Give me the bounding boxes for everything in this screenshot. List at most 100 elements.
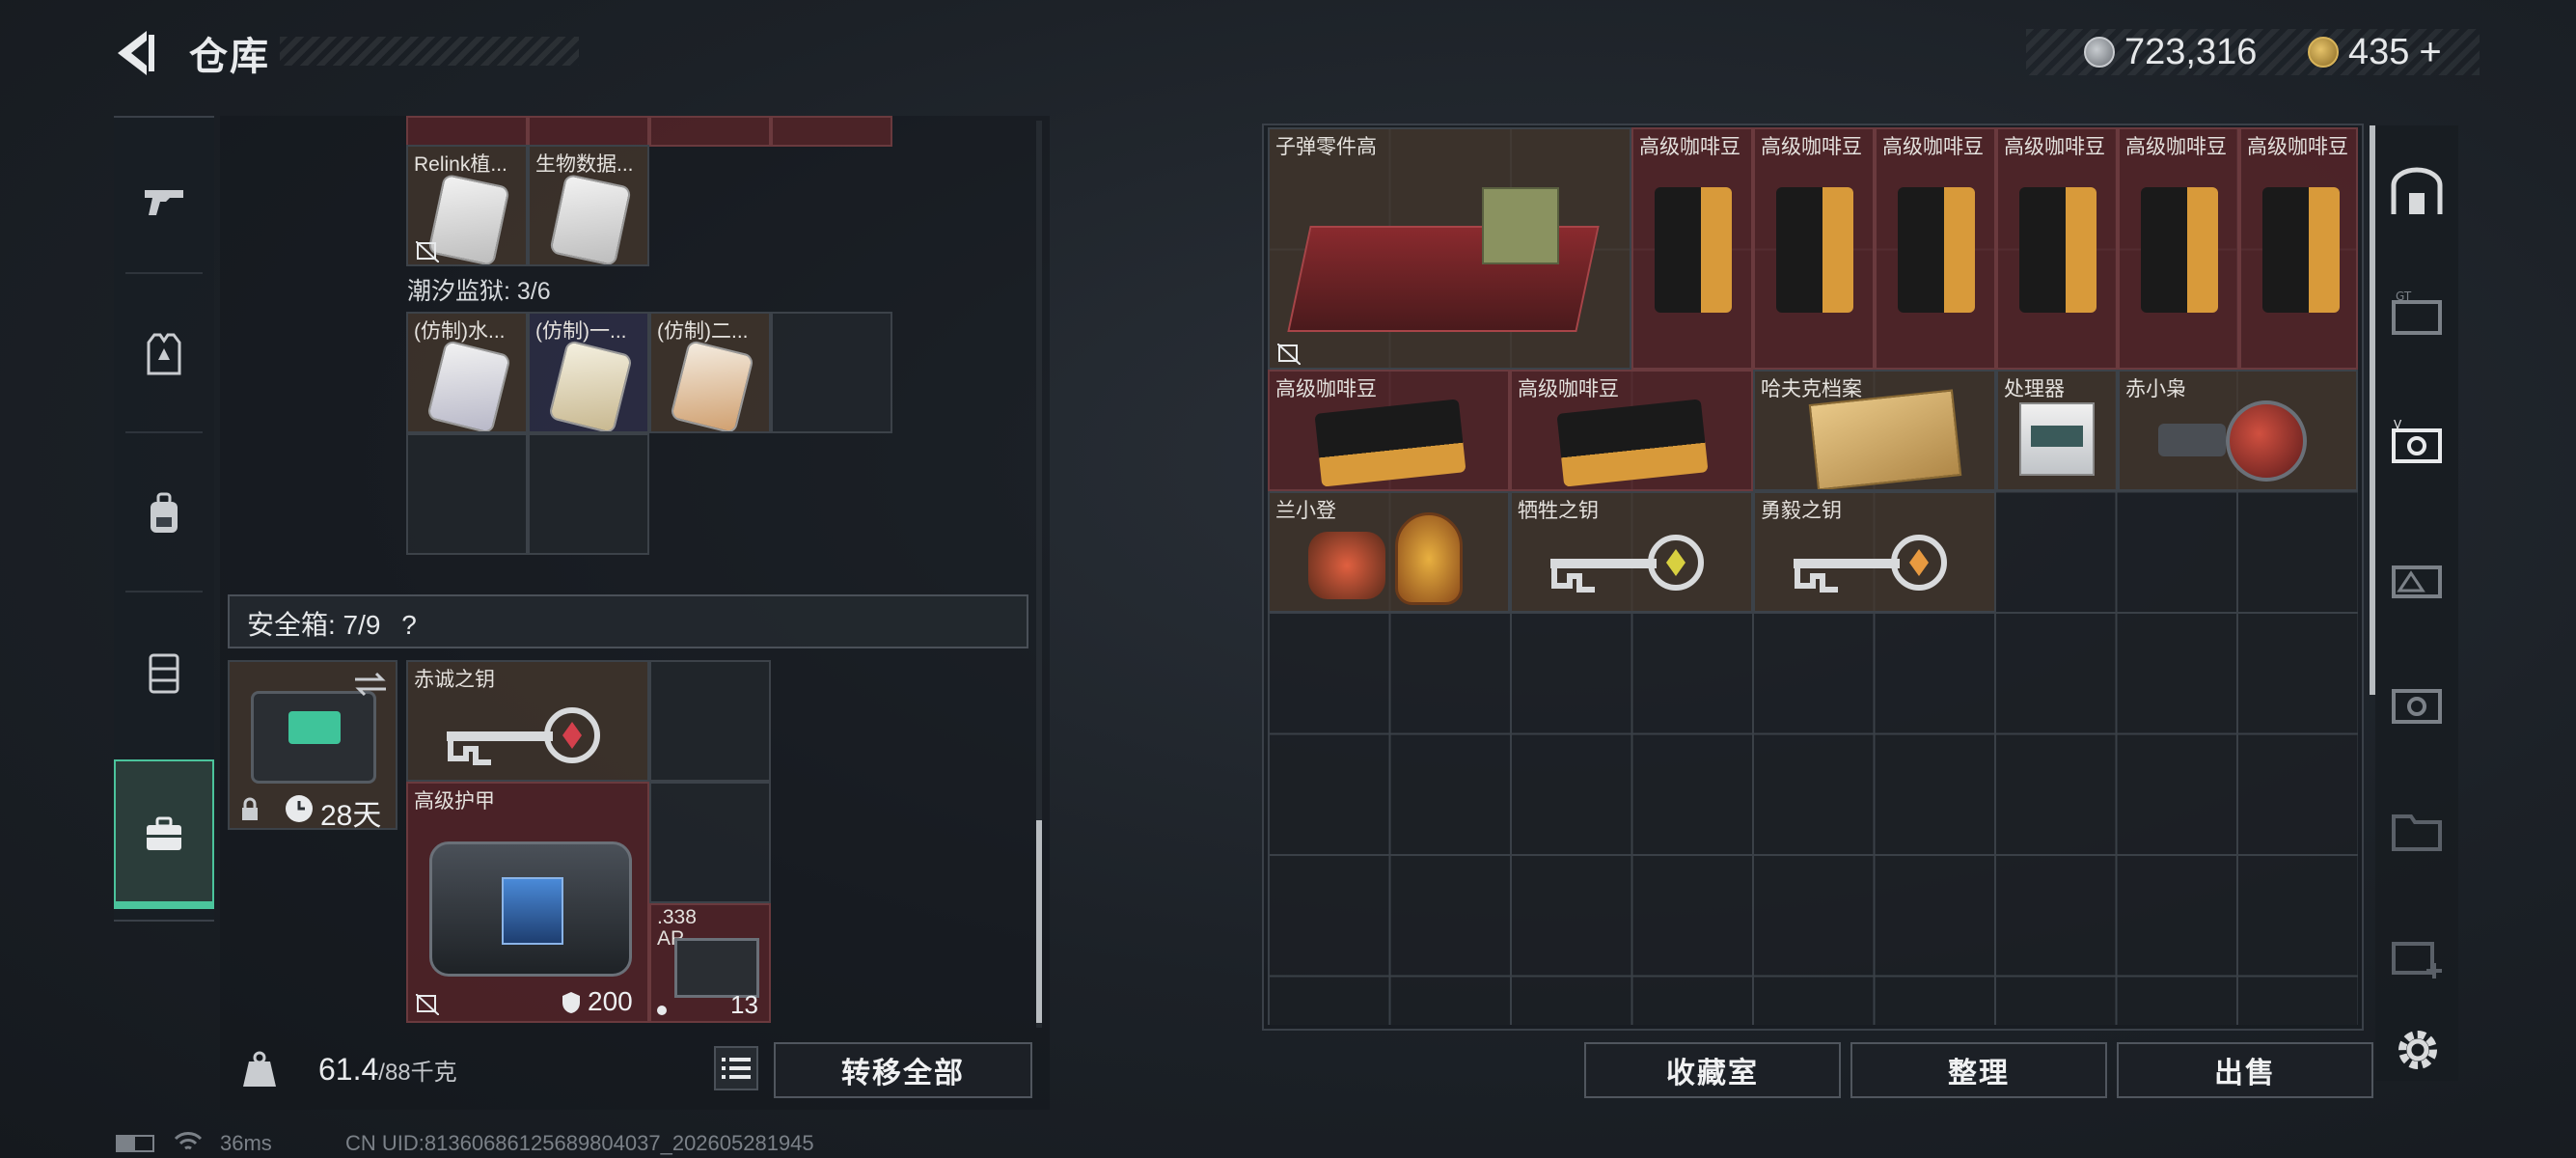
- ammo-count: 13: [730, 990, 758, 1019]
- inventory-item[interactable]: 兰小登: [1268, 491, 1510, 613]
- stash-tab-2[interactable]: V: [2375, 386, 2458, 502]
- coffee-bag-icon: [2262, 187, 2340, 313]
- key-icon: [1794, 535, 1947, 593]
- coffee-bag-icon: [1556, 399, 1709, 487]
- inventory-item[interactable]: 勇毅之钥: [1753, 491, 1996, 613]
- inventory-item[interactable]: 高级咖啡豆: [1631, 127, 1753, 370]
- collection-room-button[interactable]: 收藏室: [1584, 1042, 1841, 1098]
- empty-slot[interactable]: [649, 782, 771, 903]
- safebox-label: 安全箱: 7/9 ?: [247, 604, 417, 643]
- inventory-item[interactable]: 高级咖啡豆: [1268, 370, 1510, 491]
- weight-icon: [243, 1051, 276, 1087]
- empty-slot[interactable]: [771, 312, 892, 433]
- organize-button[interactable]: 整理: [1850, 1042, 2107, 1098]
- tide-prison-label: 潮汐监狱: 3/6: [407, 278, 551, 305]
- inventory-item[interactable]: Relink植...: [406, 145, 528, 266]
- stash-tab-4[interactable]: [2375, 647, 2458, 762]
- weight-readout: 61.4/88千克: [318, 1052, 457, 1088]
- sidebar-item-weapon[interactable]: [114, 127, 214, 272]
- item-label: 高级咖啡豆: [2125, 136, 2227, 158]
- sidebar-item-vest[interactable]: [114, 282, 214, 427]
- armor-bag-icon: [429, 841, 632, 977]
- title-stripe: [280, 37, 579, 66]
- folder-icon: [1808, 389, 1962, 489]
- item-label: 生物数据...: [535, 153, 634, 176]
- list-view-button[interactable]: [714, 1046, 758, 1090]
- gold-currency[interactable]: 435 +: [2308, 31, 2442, 73]
- item-label: 高级咖啡豆: [1639, 136, 1740, 158]
- sidebar-item-backpack[interactable]: [114, 441, 214, 586]
- back-arrow-icon: [118, 31, 154, 75]
- silver-currency: 723,316: [2084, 31, 2257, 73]
- stash-tab-all[interactable]: [2375, 135, 2458, 251]
- inventory-item[interactable]: 高级咖啡豆: [1753, 127, 1875, 370]
- inventory-item[interactable]: 高级咖啡豆: [2118, 127, 2239, 370]
- stash-box-icon: GT: [2392, 290, 2442, 335]
- no-insure-icon: [416, 241, 439, 262]
- inventory-item[interactable]: 哈夫克档案: [1753, 370, 1996, 491]
- inventory-item[interactable]: .338 AP 13: [649, 903, 771, 1023]
- inventory-item[interactable]: 高级咖啡豆: [1510, 370, 1753, 491]
- inventory-item[interactable]: 赤小枭: [2118, 370, 2358, 491]
- inventory-item[interactable]: 高级护甲 200: [406, 782, 649, 1023]
- backpack-icon: [151, 492, 178, 533]
- inventory-item[interactable]: 处理器: [1996, 370, 2118, 491]
- left-scroll-thumb[interactable]: [1036, 820, 1042, 1023]
- inventory-item[interactable]: 子弹零件高: [1268, 127, 1631, 370]
- sell-button[interactable]: 出售: [2117, 1042, 2373, 1098]
- inventory-item[interactable]: 赤诚之钥: [406, 660, 649, 782]
- coffee-bag-icon: [1898, 187, 1975, 313]
- transfer-all-button[interactable]: 转移全部: [774, 1042, 1032, 1098]
- no-insure-icon: [1277, 344, 1301, 365]
- stash-tab-5[interactable]: [2375, 772, 2458, 888]
- settings-button[interactable]: [2391, 1023, 2445, 1077]
- inventory-item[interactable]: 牺牲之钥: [1510, 491, 1753, 613]
- cut-off-slot: [771, 116, 892, 147]
- stash-tab-3[interactable]: [2375, 521, 2458, 637]
- empty-slot[interactable]: [528, 433, 649, 555]
- sidebar-item-rig[interactable]: [114, 600, 214, 745]
- list-icon: [722, 1058, 751, 1079]
- page-title: 仓库: [189, 36, 270, 78]
- add-gold-button[interactable]: +: [2419, 31, 2441, 74]
- stash-box-icon: [2392, 689, 2442, 724]
- item-label: 高级咖啡豆: [1518, 378, 1619, 400]
- inventory-item[interactable]: 高级咖啡豆: [1875, 127, 1996, 370]
- processor-icon: [2019, 402, 2095, 476]
- safebox-capacity: 安全箱: 7/9: [247, 610, 381, 640]
- item-label: 赤诚之钥: [414, 669, 495, 691]
- add-stash-icon: [2392, 942, 2442, 979]
- ping-readout: 36ms: [220, 1131, 272, 1155]
- coffee-bag-icon: [2141, 187, 2218, 313]
- inventory-item[interactable]: 生物数据...: [528, 145, 649, 266]
- stash-tab-add[interactable]: [2375, 897, 2458, 1013]
- inventory-item[interactable]: (仿制)水...: [406, 312, 528, 433]
- inventory-item[interactable]: (仿制)二...: [649, 312, 771, 433]
- supply-box-icon: [1482, 187, 1559, 264]
- safebox-case[interactable]: 28天: [228, 660, 397, 830]
- empty-slot[interactable]: [649, 660, 771, 782]
- replica-card-icon: [669, 339, 755, 431]
- coffee-bag-icon: [1314, 399, 1466, 487]
- key-icon: [447, 707, 600, 765]
- weight-current: 61.4: [318, 1052, 379, 1087]
- empty-slot[interactable]: [406, 433, 528, 555]
- inventory-item[interactable]: 高级咖啡豆: [2239, 127, 2358, 370]
- safebox-help-button[interactable]: ?: [401, 610, 417, 640]
- briefcase-icon: [147, 816, 181, 850]
- inventory-item[interactable]: 高级咖啡豆: [1996, 127, 2118, 370]
- swap-icon[interactable]: [351, 670, 390, 699]
- silver-amount: 723,316: [2124, 31, 2258, 72]
- stash-tab-1[interactable]: GT: [2375, 256, 2458, 372]
- data-card-icon: [549, 173, 632, 264]
- gear-icon: [2398, 1031, 2437, 1069]
- back-button[interactable]: [114, 29, 158, 77]
- wifi-icon: [174, 1132, 203, 1150]
- sidebar-item-safebox[interactable]: [114, 759, 214, 909]
- inventory-item[interactable]: (仿制)一...: [528, 312, 649, 433]
- pistol-icon: [145, 190, 183, 215]
- item-label: 高级咖啡豆: [2247, 136, 2348, 158]
- item-label: 高级咖啡豆: [1761, 136, 1862, 158]
- coffee-bag-icon: [1776, 187, 1853, 313]
- coffee-bag-icon: [1655, 187, 1732, 313]
